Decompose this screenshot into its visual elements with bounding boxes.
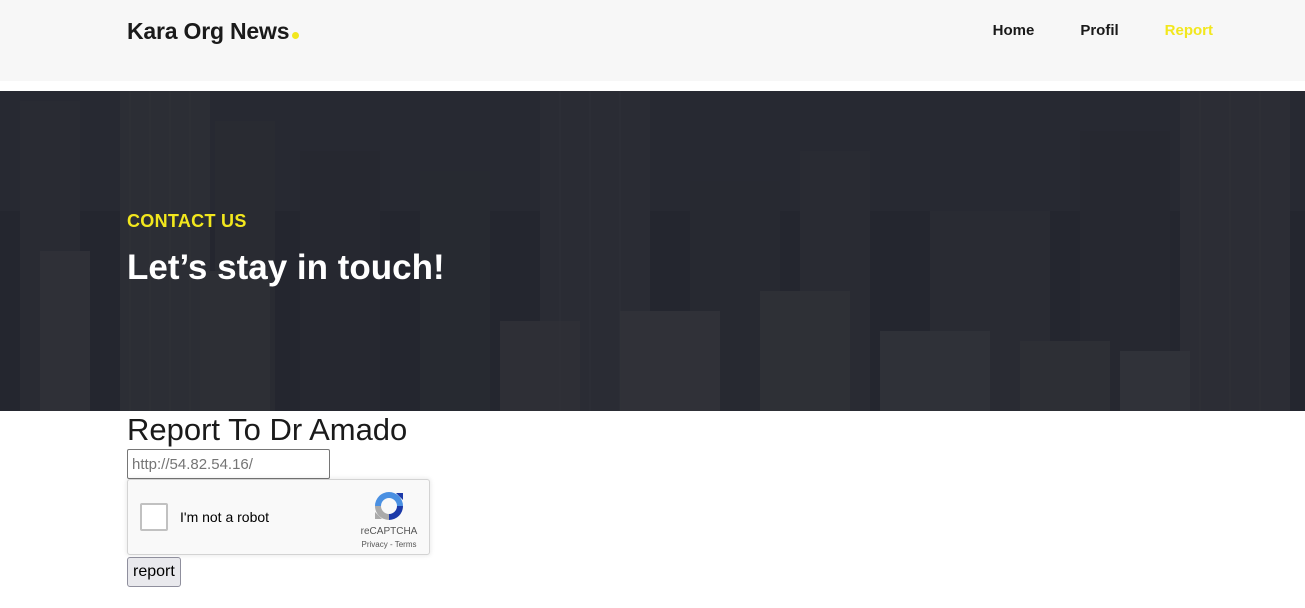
- hero-title: Let’s stay in touch!: [127, 248, 445, 287]
- main-nav: Home Profil Report: [993, 22, 1213, 39]
- recaptcha-links: Privacy - Terms: [350, 540, 428, 549]
- nav-link-report[interactable]: Report: [1165, 22, 1213, 39]
- recaptcha-privacy-link[interactable]: Privacy: [362, 540, 388, 549]
- site-header: Kara Org News Home Profil Report: [0, 0, 1305, 81]
- hero-banner: CONTACT US Let’s stay in touch!: [0, 91, 1305, 411]
- url-input[interactable]: [127, 449, 330, 479]
- report-button[interactable]: report: [127, 557, 181, 587]
- site-logo[interactable]: Kara Org News: [127, 18, 300, 45]
- recaptcha-terms-link[interactable]: Terms: [395, 540, 417, 549]
- nav-link-profil[interactable]: Profil: [1080, 22, 1118, 39]
- recaptcha-logo-icon: [375, 492, 403, 520]
- nav-link-home[interactable]: Home: [993, 22, 1035, 39]
- recaptcha-checkbox[interactable]: [140, 503, 168, 531]
- logo-dot-icon: [292, 32, 300, 39]
- recaptcha-link-separator: -: [387, 540, 395, 549]
- report-title: Report To Dr Amado: [127, 412, 408, 447]
- recaptcha-brand: reCAPTCHA: [360, 526, 418, 537]
- site-logo-text: Kara Org News: [127, 18, 290, 44]
- hero-kicker: CONTACT US: [127, 211, 247, 231]
- recaptcha-label: I'm not a robot: [180, 509, 270, 525]
- recaptcha-widget: I'm not a robot reCAPTCHA Privacy - Term…: [127, 479, 430, 555]
